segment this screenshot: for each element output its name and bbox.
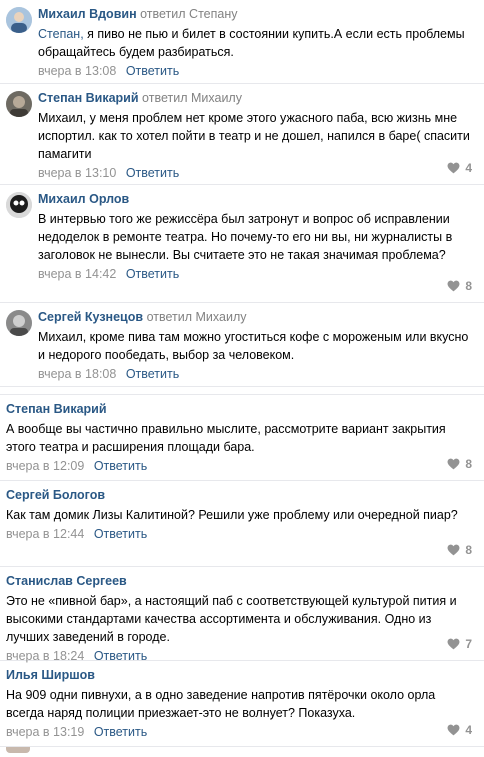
like-count: 8 bbox=[465, 279, 472, 293]
like-count: 8 bbox=[465, 457, 472, 471]
author-name[interactable]: Степан Викарий bbox=[38, 91, 139, 105]
comment-body: На 909 одни пивнухи, а в одно заведение … bbox=[6, 688, 436, 720]
comment-item: Михаил Орлов В интервью того же режиссёр… bbox=[0, 185, 484, 303]
like-button[interactable]: 4 bbox=[447, 161, 472, 175]
avatar[interactable] bbox=[6, 747, 30, 753]
user-photo-icon bbox=[6, 192, 32, 218]
avatar[interactable] bbox=[6, 192, 32, 218]
comments-feed: Михаил Вдовин ответил Степану Степан, я … bbox=[0, 0, 484, 757]
comment-body: В интервью того же режиссёра был затрону… bbox=[38, 212, 453, 262]
comment-time[interactable]: вчера в 13:10 bbox=[38, 166, 116, 180]
comment-header: Михаил Орлов bbox=[38, 191, 472, 208]
reply-button[interactable]: Ответить bbox=[126, 166, 179, 180]
heart-icon bbox=[447, 280, 460, 292]
avatar[interactable] bbox=[6, 7, 32, 33]
author-name[interactable]: Илья Ширшов bbox=[6, 668, 95, 682]
reply-button[interactable]: Ответить bbox=[94, 527, 147, 541]
like-count: 8 bbox=[465, 543, 472, 557]
like-button[interactable]: 8 bbox=[447, 543, 472, 557]
like-button[interactable]: 4 bbox=[447, 723, 472, 737]
like-button[interactable]: 8 bbox=[447, 457, 472, 471]
comment-item: Станислав Сергеев Это не «пивной бар», а… bbox=[0, 567, 484, 663]
replied-label: ответил bbox=[142, 91, 188, 105]
author-name[interactable]: Степан Викарий bbox=[6, 402, 107, 416]
comment-header: Сергей Бологов bbox=[6, 487, 472, 504]
comment-time[interactable]: вчера в 14:42 bbox=[38, 267, 116, 281]
comment-time[interactable]: вчера в 13:08 bbox=[38, 64, 116, 78]
replied-to-link[interactable]: Михаилу bbox=[196, 310, 247, 324]
comment-body: Это не «пивной бар», а настоящий паб с с… bbox=[6, 594, 457, 644]
like-count: 7 bbox=[465, 637, 472, 651]
comment-time[interactable]: вчера в 12:44 bbox=[6, 527, 84, 541]
heart-icon bbox=[447, 724, 460, 736]
like-count: 4 bbox=[465, 161, 472, 175]
reply-button[interactable]: Ответить bbox=[126, 64, 179, 78]
like-button[interactable]: 7 bbox=[447, 637, 472, 651]
reply-button[interactable]: Ответить bbox=[126, 267, 179, 281]
comment-meta: вчера в 12:09 Ответить bbox=[6, 458, 472, 475]
user-photo-icon bbox=[6, 310, 32, 336]
comment-text: Степан, я пиво не пью и билет в состояни… bbox=[38, 25, 472, 61]
replied-label: ответил bbox=[146, 310, 193, 324]
reply-button[interactable]: Ответить bbox=[94, 725, 147, 739]
reply-button[interactable]: Ответить bbox=[126, 367, 179, 381]
comment-time[interactable]: вчера в 12:09 bbox=[6, 459, 84, 473]
like-button[interactable]: 8 bbox=[447, 279, 472, 293]
comment-body: я пиво не пью и билет в состоянии купить… bbox=[38, 27, 465, 59]
comment-item: Степан Викарий ответил Михаилу Михаил, у… bbox=[0, 84, 484, 185]
comment-item: Илья Ширшов На 909 одни пивнухи, а в одн… bbox=[0, 661, 484, 747]
comment-item: Михаил Вдовин ответил Степану Степан, я … bbox=[0, 0, 484, 84]
author-name[interactable]: Михаил Вдовин bbox=[38, 7, 137, 21]
user-photo-icon bbox=[6, 91, 32, 117]
avatar[interactable] bbox=[6, 91, 32, 117]
comment-body: Михаил, кроме пива там можно угоститься … bbox=[38, 330, 469, 362]
comment-time[interactable]: вчера в 18:08 bbox=[38, 367, 116, 381]
mention-link[interactable]: Степан, bbox=[38, 27, 84, 41]
user-photo-icon bbox=[6, 7, 32, 33]
replied-label: ответил bbox=[140, 7, 186, 21]
comment-meta: вчера в 13:08 Ответить bbox=[38, 63, 472, 80]
replied-to-link[interactable]: Степану bbox=[189, 7, 237, 21]
author-name[interactable]: Станислав Сергеев bbox=[6, 574, 127, 588]
comment-item: Сергей Бологов Как там домик Лизы Калити… bbox=[0, 481, 484, 567]
comment-header: Степан Викарий ответил Михаилу bbox=[38, 90, 472, 107]
comment-meta: вчера в 18:08 Ответить bbox=[38, 366, 472, 383]
comment-body: Как там домик Лизы Калитиной? Решили уже… bbox=[6, 508, 458, 522]
author-name[interactable]: Сергей Бологов bbox=[6, 488, 105, 502]
avatar[interactable] bbox=[6, 310, 32, 336]
comment-item: Степан Викарий А вообще вы частично прав… bbox=[0, 394, 484, 481]
comment-header: Станислав Сергеев bbox=[6, 573, 472, 590]
author-name[interactable]: Михаил Орлов bbox=[38, 192, 129, 206]
heart-icon bbox=[447, 458, 460, 470]
comment-time[interactable]: вчера в 13:19 bbox=[6, 725, 84, 739]
comment-meta: вчера в 13:19 Ответить bbox=[6, 724, 472, 741]
comment-meta: вчера в 12:44 Ответить bbox=[6, 526, 472, 543]
comment-meta: вчера в 14:42 Ответить bbox=[38, 266, 472, 283]
comment-item: Сергей Кузнецов ответил Михаилу Михаил, … bbox=[0, 303, 484, 387]
comment-header: Михаил Вдовин ответил Степану bbox=[38, 6, 472, 23]
replied-to-link[interactable]: Михаилу bbox=[191, 91, 242, 105]
like-count: 4 bbox=[465, 723, 472, 737]
thread-gap bbox=[0, 387, 484, 394]
comment-body: А вообще вы частично правильно мыслите, … bbox=[6, 422, 446, 454]
comment-header: Илья Ширшов bbox=[6, 667, 472, 684]
comment-body: Михаил, у меня проблем нет кроме этого у… bbox=[38, 111, 470, 161]
comment-header: Степан Викарий bbox=[6, 401, 472, 418]
heart-icon bbox=[447, 638, 460, 650]
comment-meta: вчера в 13:10 Ответить bbox=[38, 165, 472, 182]
comment-header: Сергей Кузнецов ответил Михаилу bbox=[38, 309, 472, 326]
heart-icon bbox=[447, 544, 460, 556]
reply-button[interactable]: Ответить bbox=[94, 459, 147, 473]
author-name[interactable]: Сергей Кузнецов bbox=[38, 310, 143, 324]
heart-icon bbox=[447, 162, 460, 174]
